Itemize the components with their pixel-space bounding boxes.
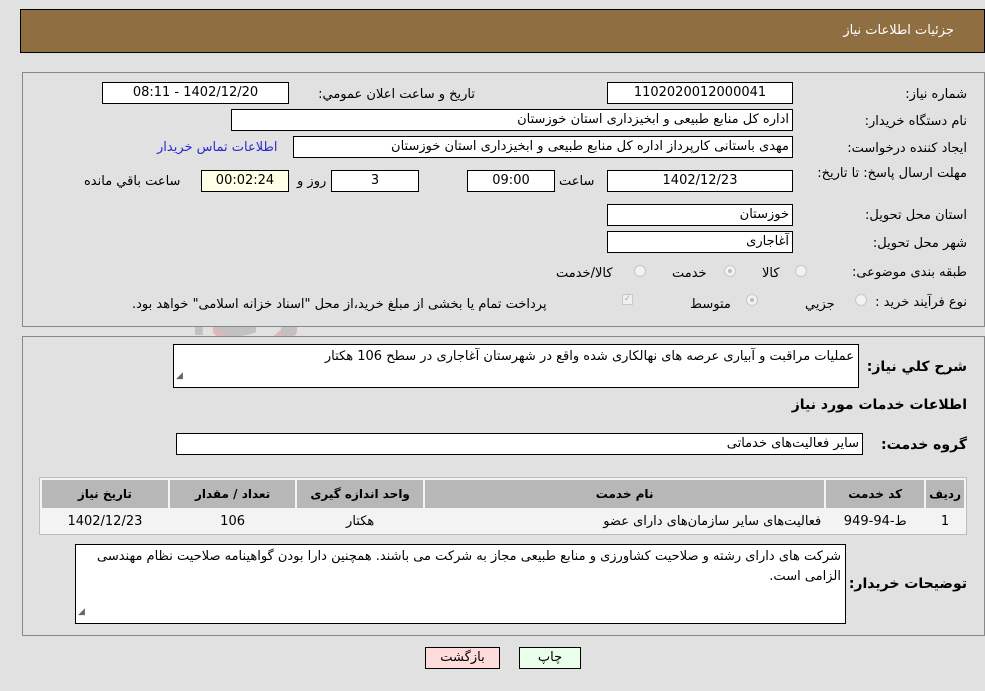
need-number-label: شماره نیاز: [905, 87, 967, 102]
process-type-label: نوع فرآیند خرید : [875, 295, 967, 310]
col-header-service-name: نام خدمت [424, 480, 825, 508]
cell-need-date: 1402/12/23 [42, 510, 168, 532]
page-title: جزئیات اطلاعات نیاز [843, 23, 954, 38]
category-radio-goods[interactable] [795, 265, 807, 277]
time-remaining-field: 00:02:24 [201, 170, 289, 192]
buyer-org-label: نام دستگاه خریدار: [864, 114, 967, 129]
col-header-need-date: تاریخ نیاز [42, 480, 168, 508]
days-remaining-field: 3 [331, 170, 419, 192]
category-option-service: خدمت [672, 266, 707, 281]
col-header-row-no: رديف [926, 480, 964, 508]
category-radio-service[interactable] [724, 265, 736, 277]
requester-label: ایجاد کننده درخواست: [847, 141, 967, 156]
buyer-notes-text: شرکت های دارای رشته و صلاحیت کشاورزی و م… [96, 549, 841, 584]
buyer-notes-textarea[interactable]: شرکت های دارای رشته و صلاحیت کشاورزی و م… [75, 544, 846, 624]
process-radio-minor[interactable] [855, 294, 867, 306]
category-radio-goods-service[interactable] [634, 265, 646, 277]
resize-grip-icon[interactable]: ◢ [78, 602, 85, 622]
page-header: جزئیات اطلاعات نیاز [20, 9, 985, 53]
description-text: عملیات مراقبت و آبیاری عرصه های نهالکاری… [324, 349, 854, 364]
table-row: 1 ط-94-949 فعالیت‌های سایر سازمان‌های دا… [42, 510, 964, 532]
description-textarea[interactable]: عملیات مراقبت و آبیاری عرصه های نهالکاری… [173, 344, 859, 388]
buyer-notes-label: توضیحات خریدار: [848, 576, 967, 592]
cell-service-name: فعالیت‌های سایر سازمان‌های دارای عضو [424, 510, 825, 532]
treasury-checkbox[interactable]: ✓ [622, 294, 633, 305]
time-remaining-label: ساعت باقي مانده [84, 174, 181, 189]
print-button[interactable]: چاپ [519, 647, 581, 669]
back-button[interactable]: بازگشت [425, 647, 500, 669]
deadline-date-field: 1402/12/23 [607, 170, 793, 192]
col-header-quantity: تعداد / مقدار [169, 480, 296, 508]
province-field: خوزستان [607, 204, 793, 226]
buyer-contact-link[interactable]: اطلاعات تماس خریدار [157, 140, 277, 155]
services-table: رديف کد خدمت نام خدمت واحد اندازه گیری ت… [39, 477, 967, 535]
announce-datetime-field: 1402/12/20 - 08:11 [102, 82, 289, 104]
col-header-service-code: کد خدمت [826, 480, 925, 508]
service-group-label: گروه خدمت: [881, 437, 967, 453]
resize-grip-icon[interactable]: ◢ [176, 366, 183, 386]
category-option-goods: کالا [762, 266, 780, 281]
buyer-org-field: اداره کل منابع طبیعی و ابخیزداری استان خ… [231, 109, 793, 131]
city-label: شهر محل تحویل: [872, 236, 967, 251]
process-option-minor: جزيي [805, 297, 835, 312]
services-section-title: اطلاعات خدمات مورد نياز [791, 397, 967, 413]
description-label: شرح كلي نياز: [866, 359, 967, 375]
cell-unit: هکتار [297, 510, 423, 532]
process-radio-medium[interactable] [746, 294, 758, 306]
announce-datetime-label: تاريخ و ساعت اعلان عمومي: [318, 87, 475, 102]
need-number-field: 1102020012000041 [607, 82, 793, 104]
cell-quantity: 106 [169, 510, 296, 532]
category-option-goods-service: کالا/خدمت [556, 266, 613, 281]
process-option-medium: متوسط [690, 297, 731, 312]
deadline-label: مهلت ارسال پاسخ: تا تاریخ: [817, 166, 967, 181]
service-group-field: سایر فعالیت‌های خدماتی [176, 433, 863, 455]
cell-row-no: 1 [926, 510, 964, 532]
deadline-time-field: 09:00 [467, 170, 555, 192]
category-label: طبقه بندی موضوعی: [851, 265, 967, 280]
table-header-row: رديف کد خدمت نام خدمت واحد اندازه گیری ت… [42, 480, 964, 508]
requester-field: مهدی باستانی کارپرداز اداره کل منابع طبی… [293, 136, 793, 158]
cell-service-code: ط-94-949 [826, 510, 925, 532]
city-field: آغاجاری [607, 231, 793, 253]
treasury-note: پرداخت تمام یا بخشی از مبلغ خرید،از محل … [132, 297, 547, 312]
province-label: استان محل تحویل: [865, 208, 967, 223]
days-label: روز و [297, 174, 327, 189]
col-header-unit: واحد اندازه گیری [297, 480, 423, 508]
deadline-time-label: ساعت [559, 174, 595, 189]
